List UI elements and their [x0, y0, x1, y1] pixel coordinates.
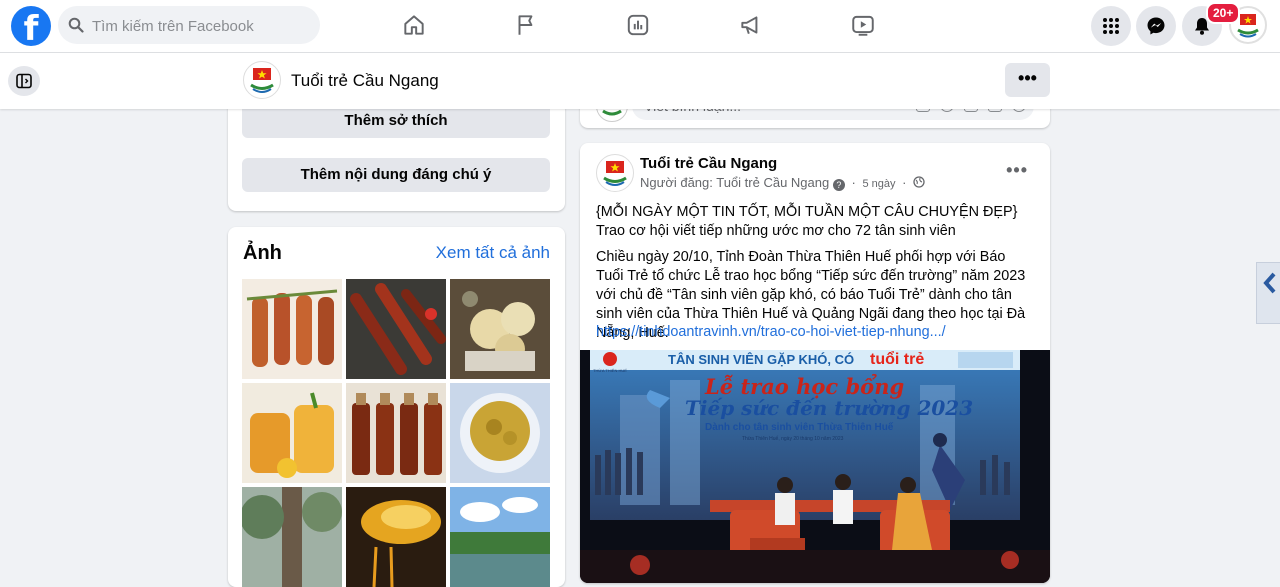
photo-thumbnail[interactable]: [346, 487, 446, 587]
insights-icon[interactable]: [623, 10, 653, 40]
search-icon: [68, 17, 84, 33]
pages-flag-icon[interactable]: [511, 10, 541, 40]
photos-card: Ảnh Xem tất cả ảnh: [228, 227, 565, 587]
image-banner-brand: tuổi trẻ: [870, 350, 924, 368]
feed-post: Tuổi trẻ Cầu Ngang Người đăng: Tuổi trẻ …: [580, 143, 1050, 583]
messenger-button[interactable]: [1136, 6, 1176, 46]
photo-thumbnail[interactable]: [450, 383, 550, 483]
post-headline: {MỖI NGÀY MỘT TIN TỐT, MỖI TUẦN MỘT CÂU …: [596, 204, 1018, 220]
post-author-avatar[interactable]: [596, 154, 634, 192]
separator-dot: ·: [902, 175, 907, 190]
page-sticky-header: Tuổi trẻ Cầu Ngang •••: [0, 52, 1280, 109]
post-image[interactable]: THỪA THIÊN HUẾ TÂN SINH VIÊN GẶP KHÓ, CÓ…: [580, 350, 1050, 583]
photo-thumbnail[interactable]: [242, 487, 342, 587]
youth-union-logo: [245, 63, 279, 97]
menu-grid-button[interactable]: [1091, 6, 1131, 46]
post-author-name[interactable]: Tuổi trẻ Cầu Ngang: [640, 155, 777, 172]
photo-thumbnail[interactable]: [242, 279, 342, 379]
image-title-line2: Tiếp sức đến trường 2023: [685, 396, 973, 420]
page-avatar[interactable]: [243, 61, 281, 99]
image-banner-top: TÂN SINH VIÊN GẶP KHÓ, CÓ: [668, 352, 854, 367]
search-box[interactable]: [58, 6, 320, 46]
see-all-photos-link[interactable]: Xem tất cả ảnh: [436, 243, 550, 263]
add-featured-button[interactable]: Thêm nội dung đáng chú ý: [242, 158, 550, 192]
sidebar-toggle-button[interactable]: [8, 66, 40, 96]
image-date-line: Thừa Thiên Huế, ngày 20 tháng 10 năm 202…: [742, 436, 844, 442]
image-sponsor-strip: [958, 352, 1013, 368]
photo-thumbnail[interactable]: [346, 279, 446, 379]
ads-megaphone-icon[interactable]: [736, 10, 766, 40]
page-more-options-button[interactable]: •••: [1005, 63, 1050, 97]
add-hobbies-button[interactable]: Thêm sở thích: [242, 104, 550, 138]
post-subline: Trao cơ hội viết tiếp những ước mơ cho 7…: [596, 223, 956, 239]
post-meta: Người đăng: Tuổi trẻ Cầu Ngang ? · 5 ngà…: [640, 175, 925, 191]
posted-by-label: Người đăng: Tuổi trẻ Cầu Ngang: [640, 175, 830, 190]
panel-toggle-icon: [16, 73, 32, 89]
search-input[interactable]: [90, 6, 314, 46]
youth-union-logo: [598, 156, 632, 190]
grid-icon: [1103, 18, 1119, 34]
side-panel-handle[interactable]: [1256, 262, 1280, 324]
post-timestamp[interactable]: 5 ngày: [862, 178, 895, 190]
top-navigation-bar: f Tìm kiếm trên Facebook 20+: [0, 0, 1280, 52]
image-logo-caption: THỪA THIÊN HUẾ: [593, 368, 627, 373]
post-link[interactable]: https://tinhdoantravinh.vn/trao-co-hoi-v…: [596, 323, 1036, 342]
photo-thumbnail[interactable]: [242, 383, 342, 483]
separator-dot: ·: [851, 175, 856, 190]
video-play-icon[interactable]: [848, 10, 878, 40]
messenger-icon: [1147, 17, 1165, 35]
photo-thumbnail[interactable]: [450, 279, 550, 379]
photos-heading: Ảnh: [243, 242, 282, 264]
notification-count-badge: 20+: [1206, 2, 1241, 24]
facebook-logo[interactable]: f: [11, 6, 51, 46]
question-info-icon[interactable]: ?: [832, 179, 845, 191]
chevron-left-icon: [1263, 272, 1276, 294]
photo-thumbnail[interactable]: [346, 383, 446, 483]
home-icon[interactable]: [399, 10, 429, 40]
post-options-button[interactable]: •••: [1006, 160, 1028, 181]
union-emblem-icon: [603, 352, 617, 366]
globe-public-icon: [913, 176, 925, 188]
image-subtitle: Dành cho tân sinh viên Thừa Thiên Huế: [705, 421, 894, 433]
page-title[interactable]: Tuổi trẻ Cầu Ngang: [291, 71, 439, 91]
photo-thumbnail[interactable]: [450, 487, 550, 587]
